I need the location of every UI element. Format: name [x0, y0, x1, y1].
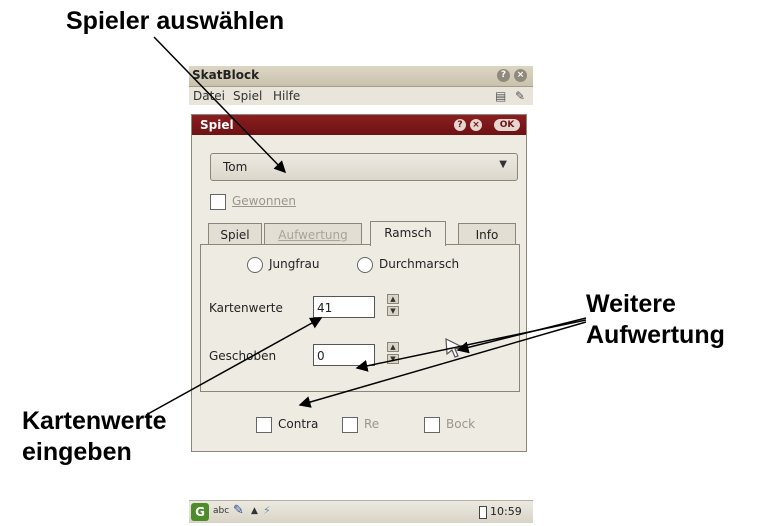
dialog-help-button[interactable]: ?	[454, 119, 466, 131]
dialog-close-button[interactable]: ×	[470, 119, 482, 131]
annotation-more-upgrade-line1: Weitere	[586, 290, 676, 318]
menu-datei[interactable]: Datei	[193, 89, 225, 103]
battery-icon[interactable]	[479, 506, 487, 519]
spin-down-icon[interactable]: ▼	[387, 354, 399, 364]
dialog-titlebar: Spiel ? × OK	[192, 115, 526, 135]
dialog-title: Spiel	[200, 118, 234, 132]
app-menubar: Datei Spiel Hilfe ▤ ✎	[189, 87, 533, 105]
tab-spiel[interactable]: Spiel	[208, 223, 262, 246]
card-values-input[interactable]: 41	[313, 296, 375, 318]
spin-down-icon[interactable]: ▼	[387, 306, 399, 316]
annotation-enter-card-values-line2: eingeben	[22, 438, 132, 467]
pushed-stepper[interactable]: ▲ ▼	[387, 342, 399, 364]
bock-checkbox-label: Bock	[446, 417, 476, 431]
pen-input-icon[interactable]: ✎	[233, 503, 244, 518]
won-checkbox-label: Gewonnen	[232, 194, 297, 208]
ramsch-tab-panel: Jungfrau Durchmarsch Kartenwerte 41 ▲ ▼ …	[200, 244, 520, 392]
jungfrau-radio[interactable]	[247, 257, 263, 273]
network-icon[interactable]: ⚡	[263, 504, 271, 517]
menu-hilfe[interactable]: Hilfe	[273, 89, 300, 103]
annotation-more-upgrade: Weitere Aufwertung	[586, 289, 725, 352]
card-values-stepper[interactable]: ▲ ▼	[387, 294, 399, 316]
contra-checkbox-label: Contra	[278, 417, 319, 431]
tab-aufwertung[interactable]: Aufwertung	[264, 223, 362, 246]
durchmarsch-radio-label: Durchmarsch	[379, 257, 460, 271]
taskbar: G abc ✎ ▲ ⚡ 10:59	[189, 500, 533, 523]
app-titlebar: SkatBlock ? ×	[189, 66, 533, 87]
keyboard-input-label[interactable]: abc	[213, 506, 229, 516]
tab-info[interactable]: Info	[458, 223, 516, 246]
annotation-enter-card-values-line1: Kartenwerte	[22, 407, 167, 435]
annotation-more-upgrade-line2: Aufwertung	[586, 321, 725, 350]
clock: 10:59	[490, 505, 522, 518]
pushed-label: Geschoben	[209, 349, 277, 363]
app-title: SkatBlock	[192, 68, 260, 82]
tab-ramsch[interactable]: Ramsch	[370, 221, 446, 246]
player-select[interactable]: Tom ▼	[210, 153, 518, 181]
player-select-value: Tom	[223, 160, 248, 174]
re-checkbox-label: Re	[364, 417, 380, 431]
re-checkbox[interactable]	[342, 417, 358, 433]
menu-spiel[interactable]: Spiel	[233, 89, 262, 103]
bock-checkbox[interactable]	[424, 417, 440, 433]
contra-checkbox[interactable]	[256, 417, 272, 433]
annotation-select-player: Spieler auswählen	[66, 7, 285, 35]
start-menu-icon[interactable]: G	[191, 503, 209, 521]
pen-edit-icon[interactable]: ✎	[515, 89, 525, 103]
spin-up-icon[interactable]: ▲	[387, 342, 399, 352]
document-icon[interactable]: ▤	[495, 89, 506, 103]
arrow-up-icon[interactable]: ▲	[251, 506, 258, 516]
won-checkbox[interactable]	[210, 194, 226, 210]
pushed-input[interactable]: 0	[313, 344, 375, 366]
dialog-ok-button[interactable]: OK	[494, 119, 520, 131]
app-close-button[interactable]: ×	[514, 69, 527, 82]
game-dialog: Spiel ? × OK Tom ▼ Gewonnen Spiel Aufwer…	[191, 114, 527, 452]
jungfrau-radio-label: Jungfrau	[269, 257, 320, 271]
spin-up-icon[interactable]: ▲	[387, 294, 399, 304]
device-screen: SkatBlock ? × Datei Spiel Hilfe ▤ ✎ Spie…	[189, 66, 533, 523]
chevron-down-icon[interactable]: ▼	[499, 159, 507, 170]
mouse-cursor-icon	[445, 337, 464, 358]
annotation-enter-card-values: Kartenwerte eingeben	[22, 406, 167, 469]
app-help-button[interactable]: ?	[497, 69, 510, 82]
durchmarsch-radio[interactable]	[357, 257, 373, 273]
card-values-label: Kartenwerte	[209, 301, 283, 315]
